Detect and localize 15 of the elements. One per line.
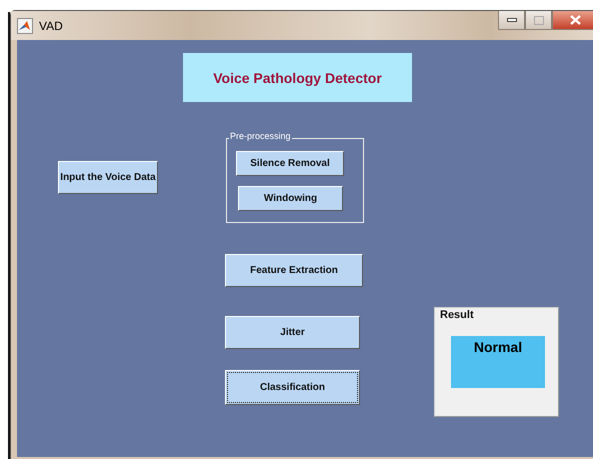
push-button[interactable]: Feature Extraction: [225, 254, 363, 287]
app-heading: Voice Pathology Detector: [183, 53, 412, 102]
push-button[interactable]: Input the Voice Data: [58, 161, 158, 194]
minimize-icon: [506, 18, 516, 22]
close-icon: [570, 15, 580, 25]
push-button[interactable]: Classification: [225, 370, 360, 405]
group-label: Pre-processing: [229, 131, 292, 142]
push-button[interactable]: Jitter: [225, 316, 360, 349]
maximize-icon: [534, 16, 544, 24]
window-title: VAD: [39, 18, 63, 32]
push-button[interactable]: Silence Removal: [236, 151, 344, 176]
minimize-button[interactable]: [498, 11, 525, 30]
result-value: Normal: [451, 336, 545, 388]
push-button[interactable]: Windowing: [238, 186, 343, 211]
close-button[interactable]: [552, 11, 593, 30]
